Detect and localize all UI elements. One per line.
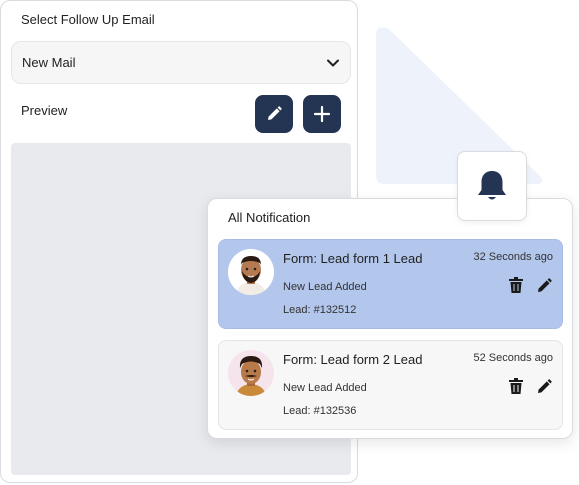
notification-item[interactable]: Form: Lead form 2 Lead 52 Seconds ago Ne… bbox=[218, 340, 563, 430]
notification-item[interactable]: Form: Lead form 1 Lead 32 Seconds ago Ne… bbox=[218, 239, 563, 329]
avatar bbox=[228, 350, 274, 396]
preview-label: Preview bbox=[21, 103, 68, 118]
notification-lead-id: Lead: #132536 bbox=[283, 405, 357, 417]
trash-icon[interactable] bbox=[509, 378, 523, 394]
notification-bell-button[interactable] bbox=[457, 151, 527, 221]
notification-heading: Form: Lead form 1 Lead bbox=[283, 251, 423, 266]
bell-icon bbox=[478, 171, 506, 200]
notification-heading: Form: Lead form 2 Lead bbox=[283, 352, 423, 367]
panel-title: Select Follow Up Email bbox=[21, 12, 155, 27]
email-select-value: New Mail bbox=[22, 55, 76, 70]
notification-subtitle: New Lead Added bbox=[283, 281, 367, 293]
add-email-button[interactable] bbox=[303, 95, 341, 133]
notifications-title: All Notification bbox=[228, 210, 311, 225]
edit-email-button[interactable] bbox=[255, 95, 293, 133]
trash-icon[interactable] bbox=[509, 277, 523, 293]
notification-lead-id: Lead: #132512 bbox=[283, 304, 357, 316]
notification-time: 52 Seconds ago bbox=[473, 352, 553, 364]
pencil-icon bbox=[268, 106, 282, 120]
plus-icon bbox=[313, 105, 331, 123]
notification-time: 32 Seconds ago bbox=[473, 251, 553, 263]
notifications-panel: All Notification Form: Lead form 1 Lead … bbox=[207, 198, 573, 439]
pencil-icon[interactable] bbox=[537, 378, 553, 394]
email-select[interactable]: New Mail bbox=[11, 41, 351, 84]
chevron-down-icon bbox=[327, 59, 339, 67]
avatar bbox=[228, 249, 274, 295]
pencil-icon[interactable] bbox=[537, 277, 553, 293]
notification-subtitle: New Lead Added bbox=[283, 382, 367, 394]
